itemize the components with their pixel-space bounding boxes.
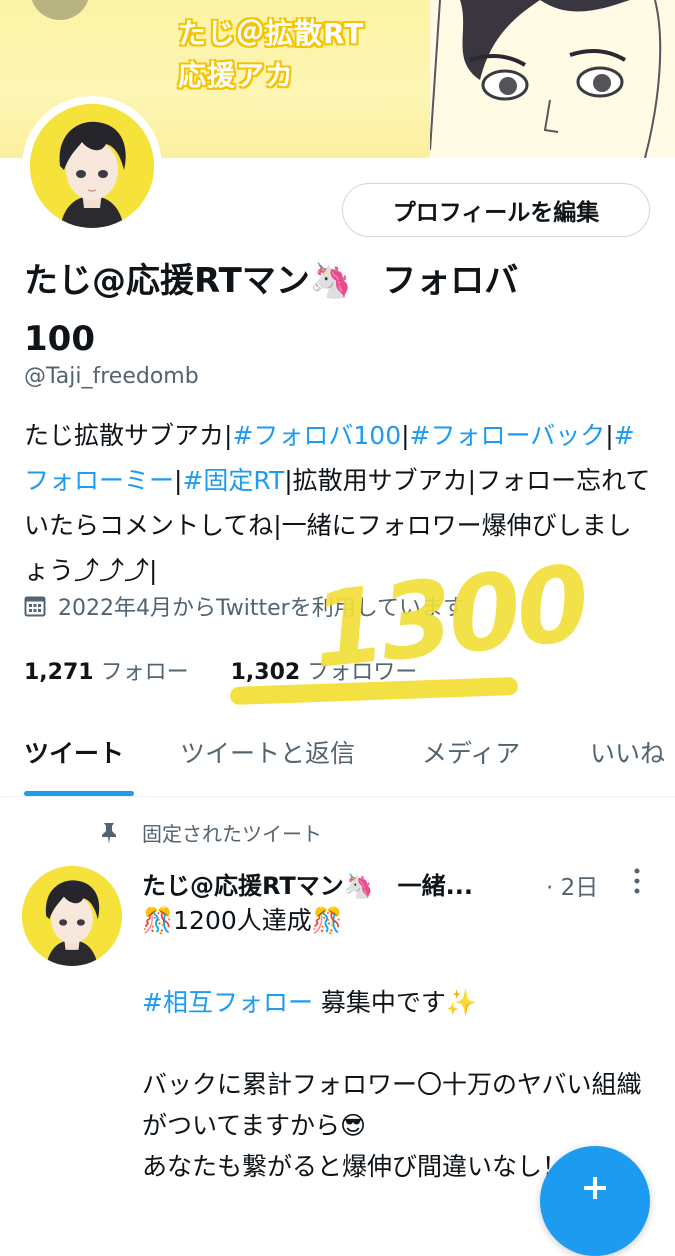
bio-hashtag-followback[interactable]: #フォローバック [410,421,606,450]
following-label: フォロー [100,660,189,685]
banner-text-line2: 応援アカ [178,59,295,92]
bio-hashtag-followback100[interactable]: #フォロバ100 [232,421,401,450]
bio-text: たじ拡散サブアカ| [24,421,233,450]
tab-likes[interactable]: いいね [590,734,665,770]
name-text-followback: フォロバ [382,261,519,301]
tab-tweets-and-replies[interactable]: ツイートと返信 [180,734,355,770]
tweet-line: 🎊1200人達成🎊 [142,906,343,935]
following-link[interactable]: 1,271 フォロー [24,660,189,685]
tab-media[interactable]: メディア [422,734,520,770]
tweet-hashtag[interactable]: #相互フォロー [142,988,313,1017]
bio-text: | [401,421,410,450]
tweet-author-name[interactable]: たじ@応援RTマン🦄 一緒... [142,866,473,901]
tweet-timestamp[interactable]: · 2日 [546,868,598,902]
tweet-line: バックに累計フォロワー〇十万のヤバい組織がついてますから😎 [142,1070,642,1140]
profile-avatar[interactable] [22,96,162,236]
pinned-tweet-label: 固定されたツイート [96,818,322,847]
tweet-body: 🎊1200人達成🎊 #相互フォロー 募集中です✨ バックに累計フォロワー〇十万の… [142,900,662,1187]
banner-illustration [429,0,675,158]
profile-handle: @Taji_freedomb [24,364,199,389]
name-text: たじ@応援RTマン [24,261,310,301]
bio-text: | [605,421,614,450]
following-count: 1,271 [24,660,94,685]
back-button[interactable] [30,0,90,20]
pinned-label-text: 固定されたツイート [142,822,322,846]
tweet-line: #相互フォロー 募集中です✨ [142,982,662,1023]
tab-tweets[interactable]: ツイート [24,734,124,770]
tweet-text: 募集中です✨ [312,988,478,1017]
tweet-avatar[interactable] [22,866,122,966]
calendar-icon [24,596,46,617]
banner-text-line1: たじ＠拡散RT [178,17,365,50]
pin-icon [102,822,116,844]
active-tab-indicator [24,791,134,796]
unicorn-emoji: 🦄 [309,261,353,301]
compose-tweet-button[interactable] [540,1146,650,1256]
profile-tabs: ツイート ツイートと返信 メディア いいね [0,720,675,797]
name-text-100: 100 [24,319,95,359]
bio-hashtag-pinned-rt[interactable]: #固定RT [182,466,284,495]
more-vertical-icon[interactable] [630,866,644,896]
followers-count: 1,302 [230,660,301,685]
profile-display-name: たじ@応援RTマン🦄 フォロバ 100 [24,252,654,368]
edit-profile-button[interactable]: プロフィールを編集 [342,183,650,237]
